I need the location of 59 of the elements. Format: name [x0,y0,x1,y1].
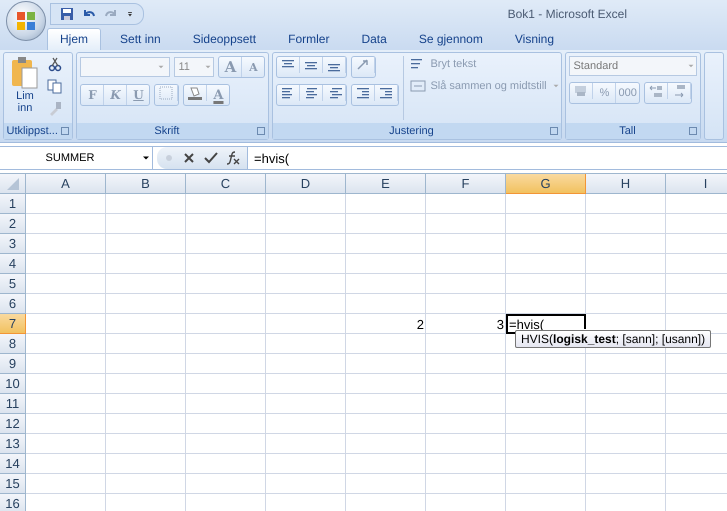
triangle-icon [6,176,20,190]
ribbon-tab[interactable]: Data [348,28,400,50]
cell-value: 3 [496,316,504,332]
row-header[interactable]: 14 [0,454,26,474]
merge-icon[interactable] [410,78,426,94]
ribbon-tab[interactable]: Sideoppsett [180,28,270,50]
office-button[interactable] [6,1,46,41]
row-header[interactable]: 6 [0,294,26,314]
ribbon-tab[interactable]: Visning [502,28,567,50]
cell-value: 2 [416,316,424,332]
row-header[interactable]: 11 [0,394,26,414]
launcher-icon[interactable] [550,127,558,135]
row-header[interactable]: 4 [0,254,26,274]
ribbon-tab[interactable]: Sett inn [107,28,174,50]
row-header[interactable]: 1 [0,194,26,214]
ribbon-tab[interactable]: Hjem [47,28,102,50]
column-header[interactable]: H [586,174,666,194]
column-header[interactable]: E [346,174,426,194]
row-header[interactable]: 3 [0,234,26,254]
column-header[interactable]: G [506,174,586,194]
launcher-icon[interactable] [61,127,70,135]
group-label: Skrift [154,125,180,137]
row-header[interactable]: 9 [0,354,26,374]
group-label: Tall [619,125,636,137]
launcher-icon[interactable] [257,127,266,135]
row-header[interactable]: 8 [0,334,26,354]
name-box[interactable]: SUMMER [0,147,153,169]
row-header[interactable]: 13 [0,434,26,454]
enter-icon[interactable] [203,150,219,166]
row-header[interactable]: 15 [0,474,26,494]
column-header[interactable]: F [426,174,506,194]
group-label: Utklippst... [6,125,58,137]
row-header[interactable]: 16 [0,494,26,511]
function-icon[interactable] [225,150,241,166]
paste-button[interactable]: Lim inn [7,56,43,120]
column-header[interactable]: B [106,174,186,194]
font-name-field[interactable] [80,57,170,77]
row-header[interactable]: 10 [0,374,26,394]
function-tooltip: HVIS(logisk_test; [sann]; [usann]) [515,330,712,348]
number-format-field[interactable]: Standard [569,56,698,76]
clipboard-icon [10,56,40,90]
scissors-icon[interactable] [47,56,63,72]
column-header[interactable]: A [26,174,106,194]
launcher-icon[interactable] [689,127,698,135]
ribbon-tab[interactable]: Formler [275,28,342,50]
select-all-button[interactable] [0,174,26,194]
column-header[interactable]: C [186,174,266,194]
row-header[interactable]: 7 [0,314,26,334]
copy-icon[interactable] [47,78,63,94]
save-icon[interactable] [59,6,75,22]
formula-field[interactable]: =hvis( [247,147,727,169]
window-title: Bok1 - Microsoft Excel [508,7,627,21]
row-header[interactable]: 5 [0,274,26,294]
row-header[interactable]: 2 [0,214,26,234]
column-header[interactable]: D [266,174,346,194]
group-label: Justering [389,125,434,137]
column-header[interactable]: I [666,174,727,194]
ribbon-tab[interactable]: Se gjennom [406,28,496,50]
row-header[interactable]: 12 [0,414,26,434]
